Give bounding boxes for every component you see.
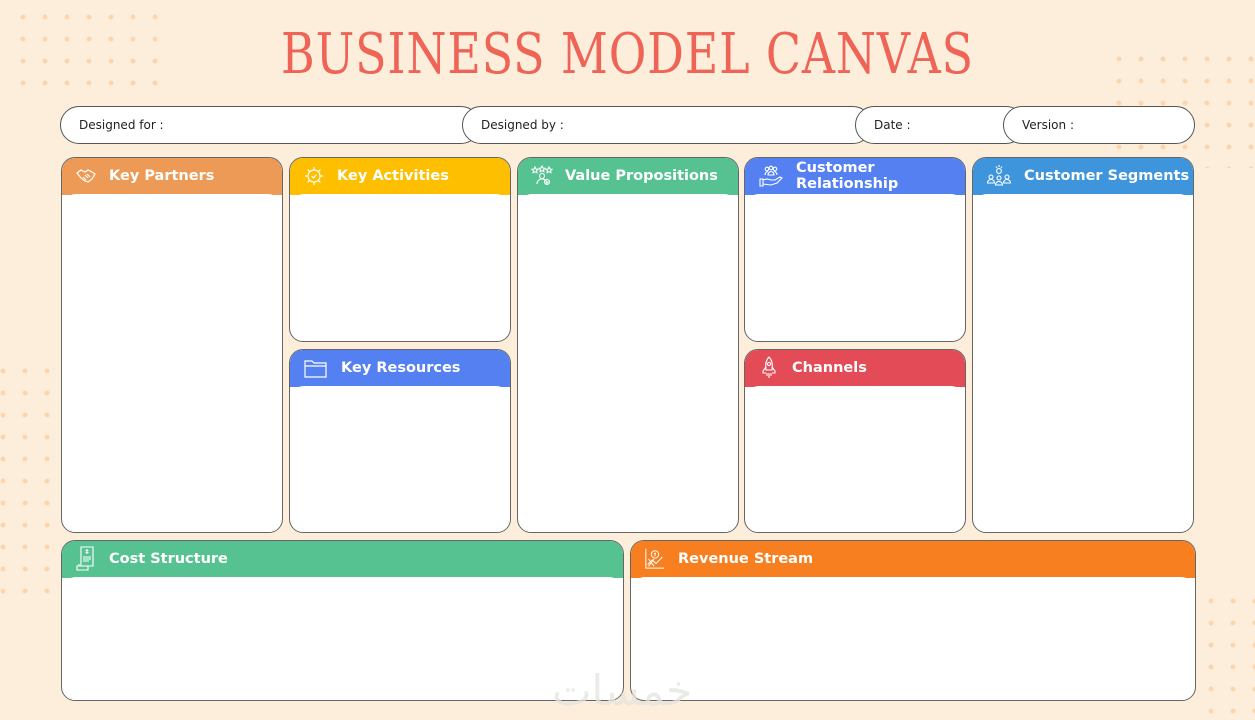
customer-relationship-block[interactable]: Customer Relationship (744, 157, 966, 342)
hand-people-icon (758, 165, 784, 187)
rocket-icon (758, 356, 780, 379)
key-partners-label: Key Partners (109, 168, 215, 184)
value-propositions-content[interactable] (518, 194, 738, 208)
coin-chart-icon (644, 548, 666, 570)
customer-relationship-label: Customer Relationship (796, 160, 899, 192)
gear-check-icon (303, 165, 325, 187)
key-activities-content[interactable] (290, 194, 510, 208)
cost-structure-content[interactable] (62, 577, 623, 591)
customer-segments-content[interactable] (973, 194, 1193, 208)
watermark-logo: خمسات (552, 666, 693, 715)
revenue-stream-header: Revenue Stream (631, 541, 1195, 578)
revenue-stream-block[interactable]: Revenue Stream (630, 540, 1196, 701)
designed-for-field[interactable]: Designed for : (60, 106, 480, 144)
channels-header: Channels (745, 350, 965, 387)
key-resources-header: Key Resources (290, 350, 510, 387)
revenue-stream-content[interactable] (631, 577, 1195, 591)
designed-for-label: Designed for : (79, 118, 164, 132)
key-activities-block[interactable]: Key Activities (289, 157, 511, 342)
customer-segments-label: Customer Segments (1024, 168, 1190, 184)
date-field[interactable]: Date : (855, 106, 1025, 144)
value-propositions-block[interactable]: Value Propositions (517, 157, 739, 533)
channels-block[interactable]: Channels (744, 349, 966, 533)
dot-pattern-bottom-right (1200, 590, 1255, 720)
cost-structure-block[interactable]: Cost Structure (61, 540, 624, 701)
key-partners-header: Key Partners (62, 158, 282, 195)
page-title: BUSINESS MODEL CANVAS (281, 22, 974, 87)
customer-segments-header: Customer Segments (973, 158, 1193, 195)
value-propositions-label: Value Propositions (565, 168, 718, 184)
key-activities-label: Key Activities (337, 168, 449, 184)
people-idea-icon (986, 165, 1012, 187)
key-partners-content[interactable] (62, 194, 282, 208)
cost-structure-label: Cost Structure (109, 551, 228, 567)
value-propositions-header: Value Propositions (518, 158, 738, 195)
dot-pattern-left (0, 360, 52, 610)
date-label: Date : (874, 118, 911, 132)
customer-relationship-content[interactable] (745, 194, 965, 208)
cost-structure-header: Cost Structure (62, 541, 623, 578)
receipt-icon (75, 546, 97, 571)
channels-label: Channels (792, 360, 867, 376)
version-label: Version : (1022, 118, 1074, 132)
channels-content[interactable] (745, 386, 965, 400)
version-field[interactable]: Version : (1003, 106, 1195, 144)
folder-icon (303, 357, 329, 379)
designed-by-field[interactable]: Designed by : (462, 106, 872, 144)
customer-segments-block[interactable]: Customer Segments (972, 157, 1194, 533)
user-stars-icon (531, 165, 553, 187)
designed-by-label: Designed by : (481, 118, 564, 132)
key-activities-header: Key Activities (290, 158, 510, 195)
customer-relationship-header: Customer Relationship (745, 158, 965, 195)
handshake-icon (75, 165, 97, 187)
key-resources-content[interactable] (290, 386, 510, 400)
key-resources-label: Key Resources (341, 360, 461, 376)
revenue-stream-label: Revenue Stream (678, 551, 814, 567)
key-partners-block[interactable]: Key Partners (61, 157, 283, 533)
key-resources-block[interactable]: Key Resources (289, 349, 511, 533)
